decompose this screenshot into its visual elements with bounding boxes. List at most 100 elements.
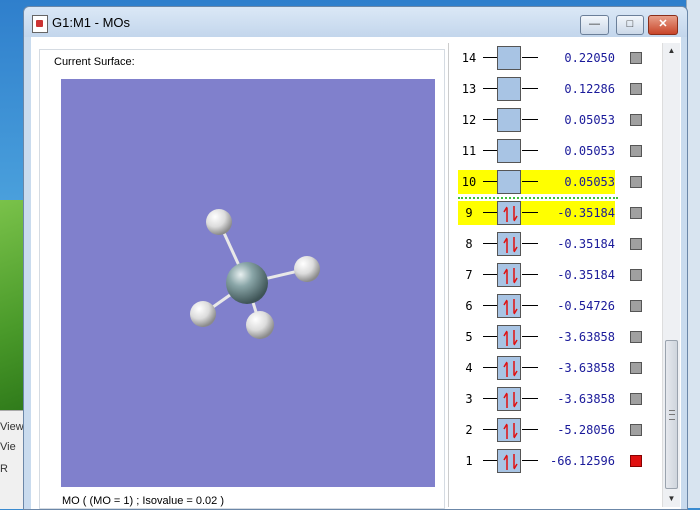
orbital-level-box[interactable]	[497, 449, 521, 473]
mo-row[interactable]: 12 0.05053	[449, 105, 649, 135]
level-line	[483, 119, 497, 120]
window-titlebar[interactable]: G1:M1 - MOs — □ ✕	[24, 7, 687, 37]
mo-select-checkbox[interactable]	[630, 238, 642, 250]
mo-row[interactable]: 8 -0.35184	[449, 229, 649, 259]
mo-energy: -5.28056	[557, 423, 615, 437]
mo-select-checkbox[interactable]	[630, 145, 642, 157]
mo-row[interactable]: 6 -0.54726	[449, 291, 649, 321]
mo-select-checkbox[interactable]	[630, 393, 642, 405]
level-line	[522, 119, 538, 120]
mo-energy: -0.35184	[557, 268, 615, 282]
mo-row[interactable]: 14 0.22050	[449, 43, 649, 73]
mo-energy: -3.63858	[557, 330, 615, 344]
mo-row[interactable]: 11 0.05053	[449, 136, 649, 166]
mo-energy: 0.05053	[564, 144, 615, 158]
scroll-thumb[interactable]	[665, 340, 678, 489]
level-line	[522, 460, 538, 461]
mo-list[interactable]: 14 0.22050 13 0.12286 12 0.05053 11 0.05053 10 0.…	[448, 43, 663, 507]
orbital-level-box[interactable]	[497, 325, 521, 349]
orbital-level-box[interactable]	[497, 108, 521, 132]
mo-select-checkbox[interactable]	[630, 362, 642, 374]
close-button[interactable]: ✕	[648, 15, 678, 35]
mo-select-checkbox[interactable]	[630, 331, 642, 343]
mo-energy: -0.35184	[557, 237, 615, 251]
orbital-level-box[interactable]	[497, 139, 521, 163]
level-line	[522, 243, 538, 244]
mo-energy: -3.63858	[557, 392, 615, 406]
spin-down-arrow-icon	[510, 422, 518, 440]
mo-energy: 0.12286	[564, 82, 615, 96]
mo-row[interactable]: 3 -3.63858	[449, 384, 649, 414]
mo-window: G1:M1 - MOs — □ ✕ Current Surface: MO (…	[23, 6, 688, 510]
mo-select-checkbox[interactable]	[630, 300, 642, 312]
scroll-down-arrow-icon[interactable]: ▼	[663, 491, 680, 507]
level-line	[522, 429, 538, 430]
level-line	[483, 367, 497, 368]
level-line	[522, 305, 538, 306]
orbital-level-box[interactable]	[497, 77, 521, 101]
mo-select-checkbox[interactable]	[630, 207, 642, 219]
mo-row[interactable]: 1 -66.12596	[449, 446, 649, 476]
mo-index: 13	[461, 82, 477, 96]
mo-select-checkbox[interactable]	[630, 114, 642, 126]
window-title: G1:M1 - MOs	[52, 15, 131, 30]
level-line	[483, 305, 497, 306]
level-line	[483, 212, 497, 213]
orbital-level-box[interactable]	[497, 387, 521, 411]
level-line	[483, 429, 497, 430]
orbital-level-box[interactable]	[497, 263, 521, 287]
spin-down-arrow-icon	[510, 236, 518, 254]
mo-row[interactable]: 2 -5.28056	[449, 415, 649, 445]
homo-lumo-separator	[458, 197, 618, 199]
mo-row[interactable]: 7 -0.35184	[449, 260, 649, 290]
orbital-level-box[interactable]	[497, 294, 521, 318]
mo-row[interactable]: 5 -3.63858	[449, 322, 649, 352]
molecule-viewport[interactable]	[61, 79, 435, 487]
mo-select-checkbox[interactable]	[630, 424, 642, 436]
spin-down-arrow-icon	[510, 298, 518, 316]
mo-index: 9	[465, 206, 473, 220]
molecule-render	[190, 209, 320, 339]
hydrogen-atom	[294, 256, 320, 282]
spin-down-arrow-icon	[510, 329, 518, 347]
mo-row[interactable]: 9 -0.35184	[449, 198, 649, 228]
level-line	[522, 57, 538, 58]
mo-row[interactable]: 10 0.05053	[449, 167, 649, 197]
hydrogen-atom	[190, 301, 216, 327]
window-client-area: Current Surface: MO ((MO = 1) ; Isovalu…	[31, 37, 681, 509]
level-line	[522, 274, 538, 275]
level-line	[483, 460, 497, 461]
central-atom	[226, 262, 268, 304]
mo-index: 2	[465, 423, 473, 437]
mo-row[interactable]: 4 -3.63858	[449, 353, 649, 383]
orbital-level-box[interactable]	[497, 201, 521, 225]
level-line	[522, 212, 538, 213]
mo-energy: 0.05053	[564, 113, 615, 127]
minimize-button[interactable]: —	[580, 15, 609, 35]
orbital-level-box[interactable]	[497, 418, 521, 442]
mo-select-checkbox[interactable]	[630, 52, 642, 64]
mo-select-checkbox[interactable]	[630, 455, 642, 467]
orbital-level-box[interactable]	[497, 356, 521, 380]
spin-down-arrow-icon	[510, 205, 518, 223]
orbital-level-box[interactable]	[497, 46, 521, 70]
orbital-level-box[interactable]	[497, 232, 521, 256]
mo-list-scrollbar[interactable]: ▲ ▼	[662, 43, 680, 507]
current-surface-label: Current Surface:	[51, 56, 138, 68]
mo-index: 10	[461, 175, 477, 189]
level-line	[483, 88, 497, 89]
level-line	[483, 274, 497, 275]
mo-select-checkbox[interactable]	[630, 269, 642, 281]
level-line	[522, 336, 538, 337]
mo-row[interactable]: 13 0.12286	[449, 74, 649, 104]
mo-select-checkbox[interactable]	[630, 176, 642, 188]
hydrogen-atom	[206, 209, 232, 235]
scroll-up-arrow-icon[interactable]: ▲	[663, 43, 680, 59]
level-line	[522, 398, 538, 399]
mo-select-checkbox[interactable]	[630, 83, 642, 95]
level-line	[483, 150, 497, 151]
orbital-level-box[interactable]	[497, 170, 521, 194]
maximize-button[interactable]: □	[616, 15, 644, 35]
mo-index: 14	[461, 51, 477, 65]
mo-index: 6	[465, 299, 473, 313]
